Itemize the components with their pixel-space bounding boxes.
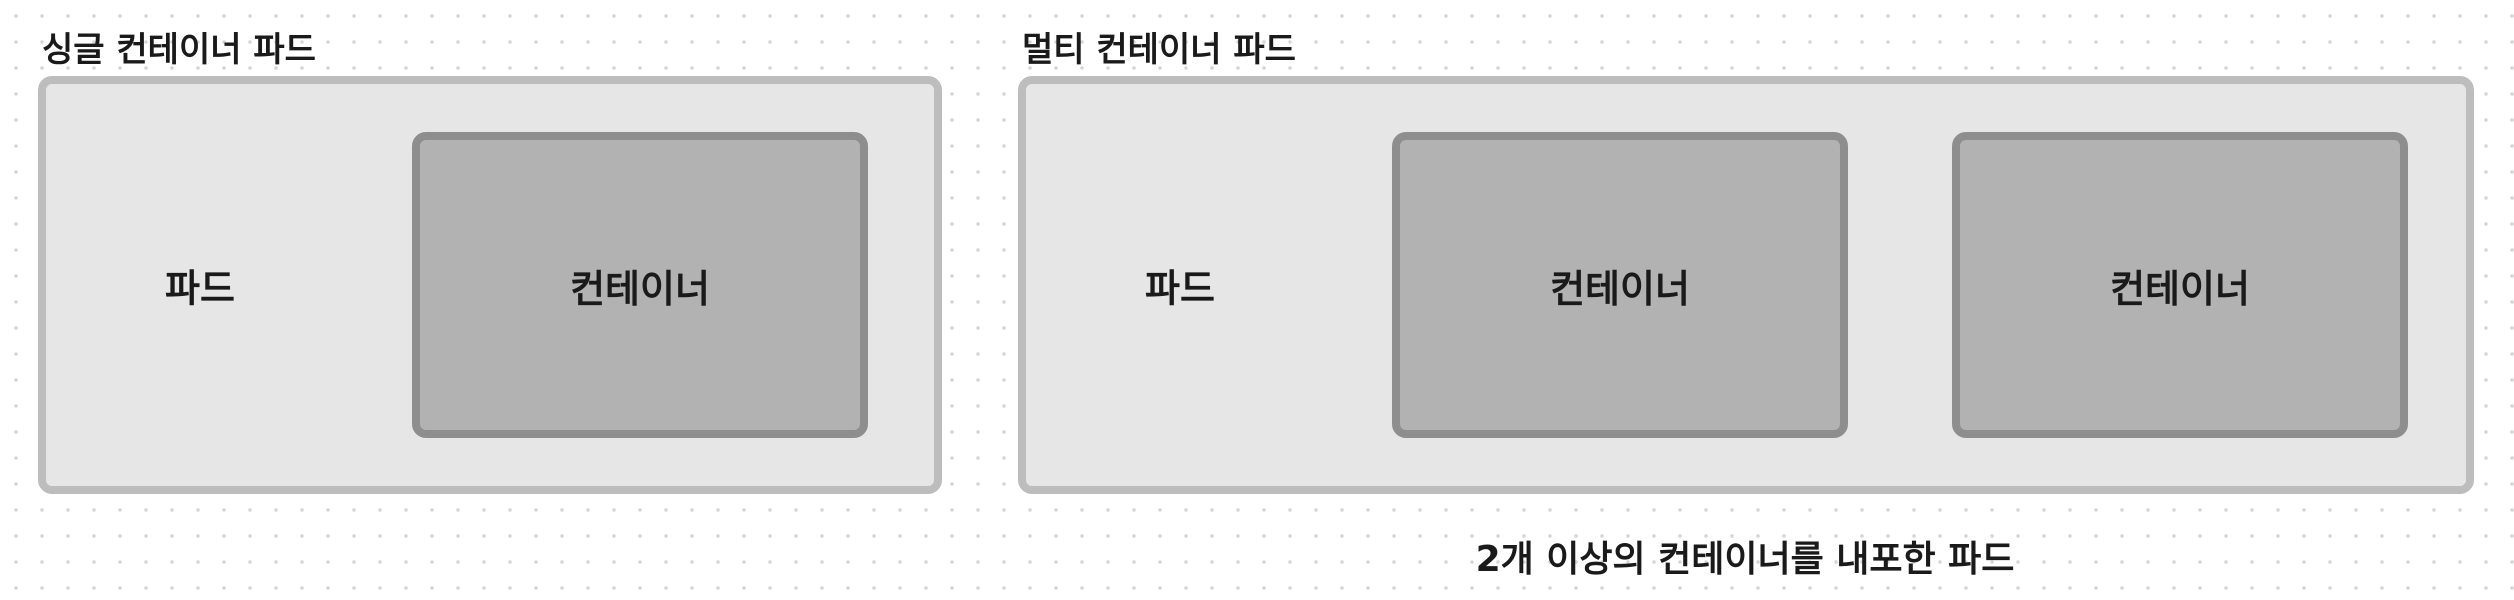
- multi-pod-container-1: 컨테이너: [1392, 132, 1848, 438]
- multi-pod-container-2-label: 컨테이너: [2110, 266, 2250, 311]
- single-pod-container-label: 컨테이너: [570, 266, 710, 311]
- multi-pod-title: 멀티 컨테이너 파드: [1022, 30, 1296, 70]
- multi-pod-container-2: 컨테이너: [1952, 132, 2408, 438]
- multi-pod-container-1-label: 컨테이너: [1550, 266, 1690, 311]
- single-pod-container: 컨테이너: [412, 132, 868, 438]
- multi-pod-caption: 2개 이상의 컨테이너를 내포한 파드: [1475, 539, 2015, 580]
- single-pod-title: 싱글 컨테이너 파드: [42, 30, 316, 70]
- multi-pod-label: 파드: [1145, 266, 1215, 311]
- single-pod-label: 파드: [165, 266, 235, 311]
